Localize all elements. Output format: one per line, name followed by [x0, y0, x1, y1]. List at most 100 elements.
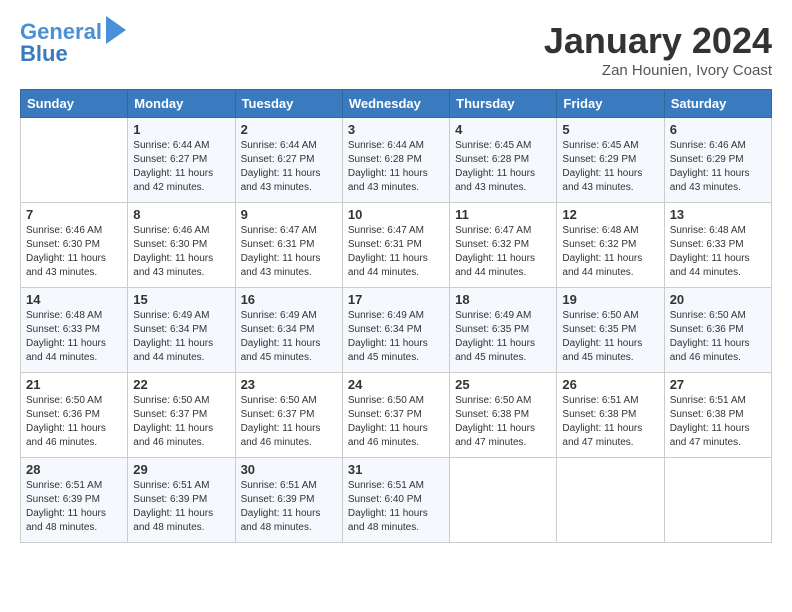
- calendar-cell: 12 Sunrise: 6:48 AM Sunset: 6:32 PM Dayli…: [557, 203, 664, 288]
- day-info: Sunrise: 6:46 AM Sunset: 6:30 PM Dayligh…: [133, 224, 229, 280]
- day-number: 17: [348, 292, 444, 307]
- weekday-header: Tuesday: [235, 90, 342, 118]
- weekday-header: Monday: [128, 90, 235, 118]
- day-number: 4: [455, 122, 551, 137]
- calendar-cell: [557, 458, 664, 543]
- day-info: Sunrise: 6:48 AM Sunset: 6:32 PM Dayligh…: [562, 224, 658, 280]
- calendar-cell: 14 Sunrise: 6:48 AM Sunset: 6:33 PM Dayli…: [21, 288, 128, 373]
- day-number: 2: [241, 122, 337, 137]
- calendar-cell: 9Sunrise: 6:47 AM Sunset: 6:31 PM Daylig…: [235, 203, 342, 288]
- day-info: Sunrise: 6:45 AM Sunset: 6:28 PM Dayligh…: [455, 139, 551, 195]
- calendar-cell: 17 Sunrise: 6:49 AM Sunset: 6:34 PM Dayli…: [342, 288, 449, 373]
- day-number: 19: [562, 292, 658, 307]
- calendar-cell: 18Sunrise: 6:49 AM Sunset: 6:35 PM Dayli…: [450, 288, 557, 373]
- calendar-cell: 20 Sunrise: 6:50 AM Sunset: 6:36 PM Dayli…: [664, 288, 771, 373]
- calendar-week-row: 21Sunrise: 6:50 AM Sunset: 6:36 PM Dayli…: [21, 373, 772, 458]
- day-info: Sunrise: 6:50 AM Sunset: 6:37 PM Dayligh…: [241, 394, 337, 450]
- day-number: 15: [133, 292, 229, 307]
- calendar-week-row: 14 Sunrise: 6:48 AM Sunset: 6:33 PM Dayli…: [21, 288, 772, 373]
- calendar-cell: 5 Sunrise: 6:45 AM Sunset: 6:29 PM Daylig…: [557, 118, 664, 203]
- calendar-cell: 30 Sunrise: 6:51 AM Sunset: 6:39 PM Dayli…: [235, 458, 342, 543]
- calendar-week-row: 1 Sunrise: 6:44 AM Sunset: 6:27 PM Daylig…: [21, 118, 772, 203]
- weekday-header: Sunday: [21, 90, 128, 118]
- day-info: Sunrise: 6:46 AM Sunset: 6:30 PM Dayligh…: [26, 224, 122, 280]
- day-number: 1: [133, 122, 229, 137]
- day-number: 30: [241, 462, 337, 477]
- day-number: 22: [133, 377, 229, 392]
- day-info: Sunrise: 6:50 AM Sunset: 6:36 PM Dayligh…: [26, 394, 122, 450]
- calendar-cell: 29Sunrise: 6:51 AM Sunset: 6:39 PM Dayli…: [128, 458, 235, 543]
- weekday-header: Wednesday: [342, 90, 449, 118]
- day-info: Sunrise: 6:49 AM Sunset: 6:34 PM Dayligh…: [133, 309, 229, 365]
- calendar-cell: 24 Sunrise: 6:50 AM Sunset: 6:37 PM Dayli…: [342, 373, 449, 458]
- day-number: 31: [348, 462, 444, 477]
- day-info: Sunrise: 6:50 AM Sunset: 6:37 PM Dayligh…: [133, 394, 229, 450]
- weekday-header: Friday: [557, 90, 664, 118]
- day-info: Sunrise: 6:44 AM Sunset: 6:27 PM Dayligh…: [241, 139, 337, 195]
- day-info: Sunrise: 6:49 AM Sunset: 6:34 PM Dayligh…: [241, 309, 337, 365]
- location-subtitle: Zan Hounien, Ivory Coast: [544, 62, 772, 79]
- calendar-body: 1 Sunrise: 6:44 AM Sunset: 6:27 PM Daylig…: [21, 118, 772, 543]
- day-number: 16: [241, 292, 337, 307]
- calendar-week-row: 28 Sunrise: 6:51 AM Sunset: 6:39 PM Dayli…: [21, 458, 772, 543]
- calendar-cell: 28Sunrise: 6:51 AM Sunset: 6:39 PM Dayli…: [21, 458, 128, 543]
- logo-blue: Blue: [20, 42, 126, 66]
- calendar-cell: 27 Sunrise: 6:51 AM Sunset: 6:38 PM Dayli…: [664, 373, 771, 458]
- calendar-cell: 16 Sunrise: 6:49 AM Sunset: 6:34 PM Dayli…: [235, 288, 342, 373]
- day-number: 6: [670, 122, 766, 137]
- calendar-cell: 2 Sunrise: 6:44 AM Sunset: 6:27 PM Daylig…: [235, 118, 342, 203]
- day-number: 18: [455, 292, 551, 307]
- calendar-cell: 10 Sunrise: 6:47 AM Sunset: 6:31 PM Dayli…: [342, 203, 449, 288]
- day-number: 24: [348, 377, 444, 392]
- day-info: Sunrise: 6:48 AM Sunset: 6:33 PM Dayligh…: [670, 224, 766, 280]
- day-info: Sunrise: 6:50 AM Sunset: 6:38 PM Dayligh…: [455, 394, 551, 450]
- logo-arrow-icon: [106, 16, 126, 44]
- day-info: Sunrise: 6:47 AM Sunset: 6:32 PM Dayligh…: [455, 224, 551, 280]
- calendar-cell: 31Sunrise: 6:51 AM Sunset: 6:40 PM Dayli…: [342, 458, 449, 543]
- day-info: Sunrise: 6:50 AM Sunset: 6:37 PM Dayligh…: [348, 394, 444, 450]
- day-number: 12: [562, 207, 658, 222]
- day-number: 5: [562, 122, 658, 137]
- day-info: Sunrise: 6:50 AM Sunset: 6:35 PM Dayligh…: [562, 309, 658, 365]
- month-title: January 2024: [544, 20, 772, 62]
- calendar-cell: [450, 458, 557, 543]
- weekday-header: Thursday: [450, 90, 557, 118]
- day-info: Sunrise: 6:50 AM Sunset: 6:36 PM Dayligh…: [670, 309, 766, 365]
- calendar-cell: 7 Sunrise: 6:46 AM Sunset: 6:30 PM Daylig…: [21, 203, 128, 288]
- calendar-cell: 13 Sunrise: 6:48 AM Sunset: 6:33 PM Dayli…: [664, 203, 771, 288]
- day-info: Sunrise: 6:45 AM Sunset: 6:29 PM Dayligh…: [562, 139, 658, 195]
- day-info: Sunrise: 6:49 AM Sunset: 6:34 PM Dayligh…: [348, 309, 444, 365]
- calendar-cell: [664, 458, 771, 543]
- day-number: 3: [348, 122, 444, 137]
- calendar-cell: 15 Sunrise: 6:49 AM Sunset: 6:34 PM Dayli…: [128, 288, 235, 373]
- calendar-cell: 4 Sunrise: 6:45 AM Sunset: 6:28 PM Daylig…: [450, 118, 557, 203]
- day-number: 10: [348, 207, 444, 222]
- day-info: Sunrise: 6:51 AM Sunset: 6:39 PM Dayligh…: [241, 479, 337, 535]
- day-number: 25: [455, 377, 551, 392]
- day-number: 7: [26, 207, 122, 222]
- day-number: 29: [133, 462, 229, 477]
- calendar-cell: 25 Sunrise: 6:50 AM Sunset: 6:38 PM Dayli…: [450, 373, 557, 458]
- day-number: 14: [26, 292, 122, 307]
- day-number: 27: [670, 377, 766, 392]
- calendar-cell: 26Sunrise: 6:51 AM Sunset: 6:38 PM Dayli…: [557, 373, 664, 458]
- day-number: 13: [670, 207, 766, 222]
- logo: General Blue: [20, 20, 126, 66]
- calendar-week-row: 7 Sunrise: 6:46 AM Sunset: 6:30 PM Daylig…: [21, 203, 772, 288]
- weekday-header: Saturday: [664, 90, 771, 118]
- day-number: 20: [670, 292, 766, 307]
- calendar-header-row: SundayMondayTuesdayWednesdayThursdayFrid…: [21, 90, 772, 118]
- calendar-cell: 11 Sunrise: 6:47 AM Sunset: 6:32 PM Dayli…: [450, 203, 557, 288]
- day-number: 8: [133, 207, 229, 222]
- day-number: 11: [455, 207, 551, 222]
- title-block: January 2024 Zan Hounien, Ivory Coast: [544, 20, 772, 79]
- day-info: Sunrise: 6:44 AM Sunset: 6:27 PM Dayligh…: [133, 139, 229, 195]
- day-number: 28: [26, 462, 122, 477]
- calendar-cell: 6Sunrise: 6:46 AM Sunset: 6:29 PM Daylig…: [664, 118, 771, 203]
- day-info: Sunrise: 6:51 AM Sunset: 6:38 PM Dayligh…: [670, 394, 766, 450]
- day-info: Sunrise: 6:44 AM Sunset: 6:28 PM Dayligh…: [348, 139, 444, 195]
- day-info: Sunrise: 6:48 AM Sunset: 6:33 PM Dayligh…: [26, 309, 122, 365]
- calendar-cell: 23Sunrise: 6:50 AM Sunset: 6:37 PM Dayli…: [235, 373, 342, 458]
- page-header: General Blue January 2024 Zan Hounien, I…: [20, 20, 772, 79]
- day-info: Sunrise: 6:47 AM Sunset: 6:31 PM Dayligh…: [348, 224, 444, 280]
